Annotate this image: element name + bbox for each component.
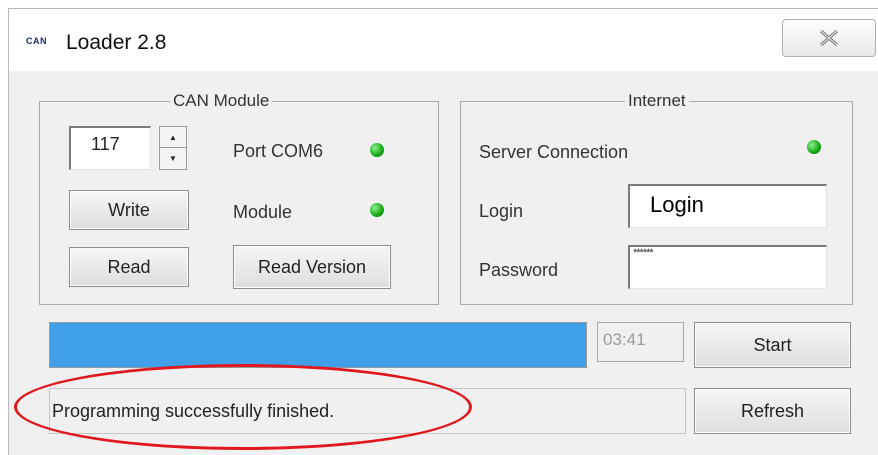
window-title: Loader 2.8 xyxy=(66,31,167,54)
start-button[interactable]: Start xyxy=(694,322,851,368)
elapsed-time-field: 03:41 xyxy=(597,322,684,362)
spin-up-button[interactable]: ▲ xyxy=(160,127,186,148)
can-app-icon: CAN xyxy=(26,36,47,46)
read-button[interactable]: Read xyxy=(69,247,189,287)
module-status-led xyxy=(370,203,384,217)
refresh-button-label: Refresh xyxy=(740,400,805,421)
arrow-down-icon: ▼ xyxy=(169,154,177,163)
password-label: Password xyxy=(479,260,559,280)
server-status-led xyxy=(807,140,821,154)
refresh-button[interactable]: Refresh xyxy=(694,388,851,434)
login-value: Login xyxy=(650,192,704,217)
spin-down-button[interactable]: ▼ xyxy=(160,148,186,169)
title-bar: CAN Loader 2.8 xyxy=(9,9,878,71)
arrow-up-icon: ▲ xyxy=(169,132,177,142)
elapsed-time: 03:41 xyxy=(603,330,646,349)
address-input[interactable]: 117 xyxy=(69,126,151,170)
address-value: 117 xyxy=(91,134,120,154)
start-button-label: Start xyxy=(753,334,792,355)
progress-fill xyxy=(50,323,586,367)
password-input[interactable]: ****** xyxy=(628,245,827,289)
server-connection-label: Server Connection xyxy=(479,142,629,162)
write-button[interactable]: Write xyxy=(69,190,189,230)
module-label: Module xyxy=(233,202,293,222)
port-status-led xyxy=(370,143,384,157)
highlight-annotation-ellipse xyxy=(14,364,472,450)
close-x-icon xyxy=(820,29,838,47)
login-input[interactable]: Login xyxy=(628,184,827,228)
progress-bar xyxy=(49,322,587,368)
write-button-label: Write xyxy=(108,199,150,220)
read-version-label: Read Version xyxy=(257,256,367,277)
internet-legend: Internet xyxy=(625,91,689,111)
can-module-legend: CAN Module xyxy=(170,91,273,111)
address-spinner[interactable]: ▲ ▼ xyxy=(159,126,187,170)
close-button[interactable] xyxy=(782,19,876,57)
port-label: Port COM6 xyxy=(233,141,324,161)
password-value: ****** xyxy=(633,247,654,259)
read-version-button[interactable]: Read Version xyxy=(233,245,391,289)
login-label: Login xyxy=(479,201,524,221)
read-button-label: Read xyxy=(107,256,151,277)
